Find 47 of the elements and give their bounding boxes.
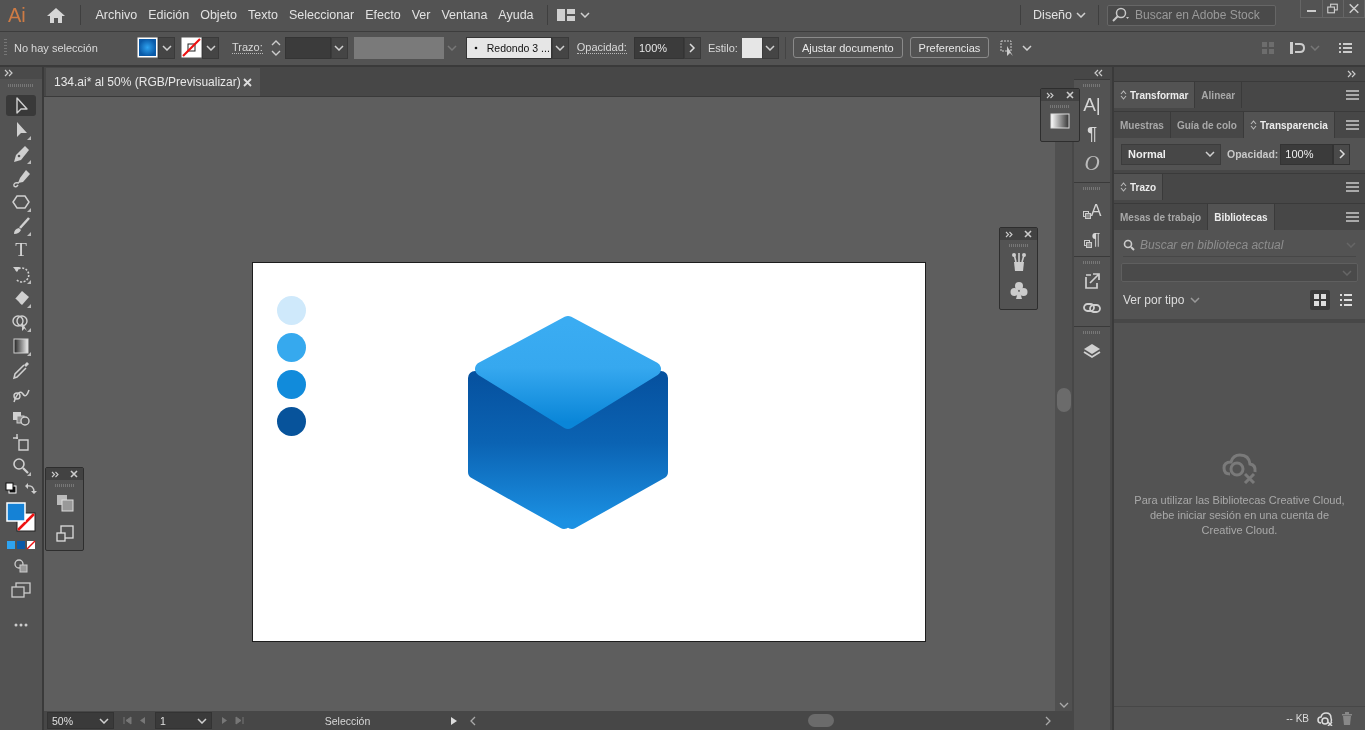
panel-tab[interactable]: Bibliotecas [1208, 204, 1275, 230]
view-by-type-dropdown[interactable]: Ver por tipo [1123, 293, 1201, 307]
style-shortcut-icon[interactable]: A [1082, 197, 1102, 219]
artboard-field[interactable]: 1 [155, 712, 212, 729]
current-tool-label: Selección [323, 714, 372, 727]
menu-item[interactable]: Archivo [90, 8, 143, 22]
brush-dropdown[interactable]: Redondo 3 ... [465, 36, 552, 59]
library-size: -- KB [1286, 713, 1309, 724]
sign-in-message: Para utilizar las Bibliotecas Creative Cloud, debe iniciar sesión en una cuenta de Creative Cloud. [1133, 492, 1346, 538]
opacity-label: Opacidad: [1227, 148, 1279, 160]
panel-tab[interactable]: Transformar [1114, 82, 1196, 108]
menu-item[interactable]: Edición [142, 8, 195, 22]
document-setup-button[interactable]: Ajustar documento [792, 37, 903, 58]
library-search-field[interactable]: Buscar en biblioteca actual [1140, 237, 1341, 252]
panel-shortcut-icon[interactable]: ¶ [1086, 123, 1098, 145]
opacity-field[interactable]: 100% [633, 36, 684, 59]
menu-item[interactable]: Texto [242, 8, 284, 22]
panel-shortcut-icon[interactable]: A| [1083, 94, 1101, 116]
menu-item[interactable]: Seleccionar [283, 8, 360, 22]
opacity-label[interactable]: Opacidad: [576, 41, 627, 54]
opacity-field[interactable]: 100% [1280, 143, 1334, 165]
style-shortcut-icon[interactable]: ¶ [1083, 226, 1101, 248]
app-logo: Ai [8, 3, 27, 27]
menu-item[interactable]: Ver [406, 8, 436, 22]
menu-item[interactable]: Efecto [359, 8, 407, 22]
panel-tab[interactable]: Guía de colo [1170, 112, 1244, 138]
zoom-field[interactable]: 50% [47, 712, 114, 729]
document-title: 134.ai* al 50% (RGB/Previsualizar) [54, 75, 241, 89]
document-tab[interactable]: 134.ai* al 50% (RGB/Previsualizar) [46, 68, 260, 96]
preferences-button[interactable]: Preferencias [909, 37, 990, 58]
selection-status: No hay selección [14, 41, 99, 54]
panel-tab[interactable]: Muestras [1114, 112, 1171, 138]
blend-mode-dropdown[interactable]: Normal [1121, 143, 1221, 165]
style-label: Estilo: [707, 41, 738, 54]
brush-name: Redondo 3 ... [486, 41, 550, 54]
panel-tab[interactable]: Trazo [1114, 174, 1164, 200]
stroke-label[interactable]: Trazo: [232, 41, 263, 54]
menu-item[interactable]: Ayuda [492, 8, 540, 22]
panel-shortcut-icon[interactable]: O [1084, 152, 1100, 174]
workspace-switcher[interactable]: Diseño [1029, 8, 1090, 22]
stock-search-field[interactable]: Buscar en Adobe Stock [1107, 4, 1276, 26]
type-tool-icon: T [15, 239, 27, 260]
menu-item[interactable]: Objeto [194, 8, 243, 22]
panel-tab[interactable]: Transparencia [1243, 112, 1335, 138]
tool-button[interactable]: T [6, 239, 36, 260]
panel-tab[interactable]: Alinear [1195, 82, 1243, 108]
menu-item[interactable]: Ventana [435, 8, 493, 22]
